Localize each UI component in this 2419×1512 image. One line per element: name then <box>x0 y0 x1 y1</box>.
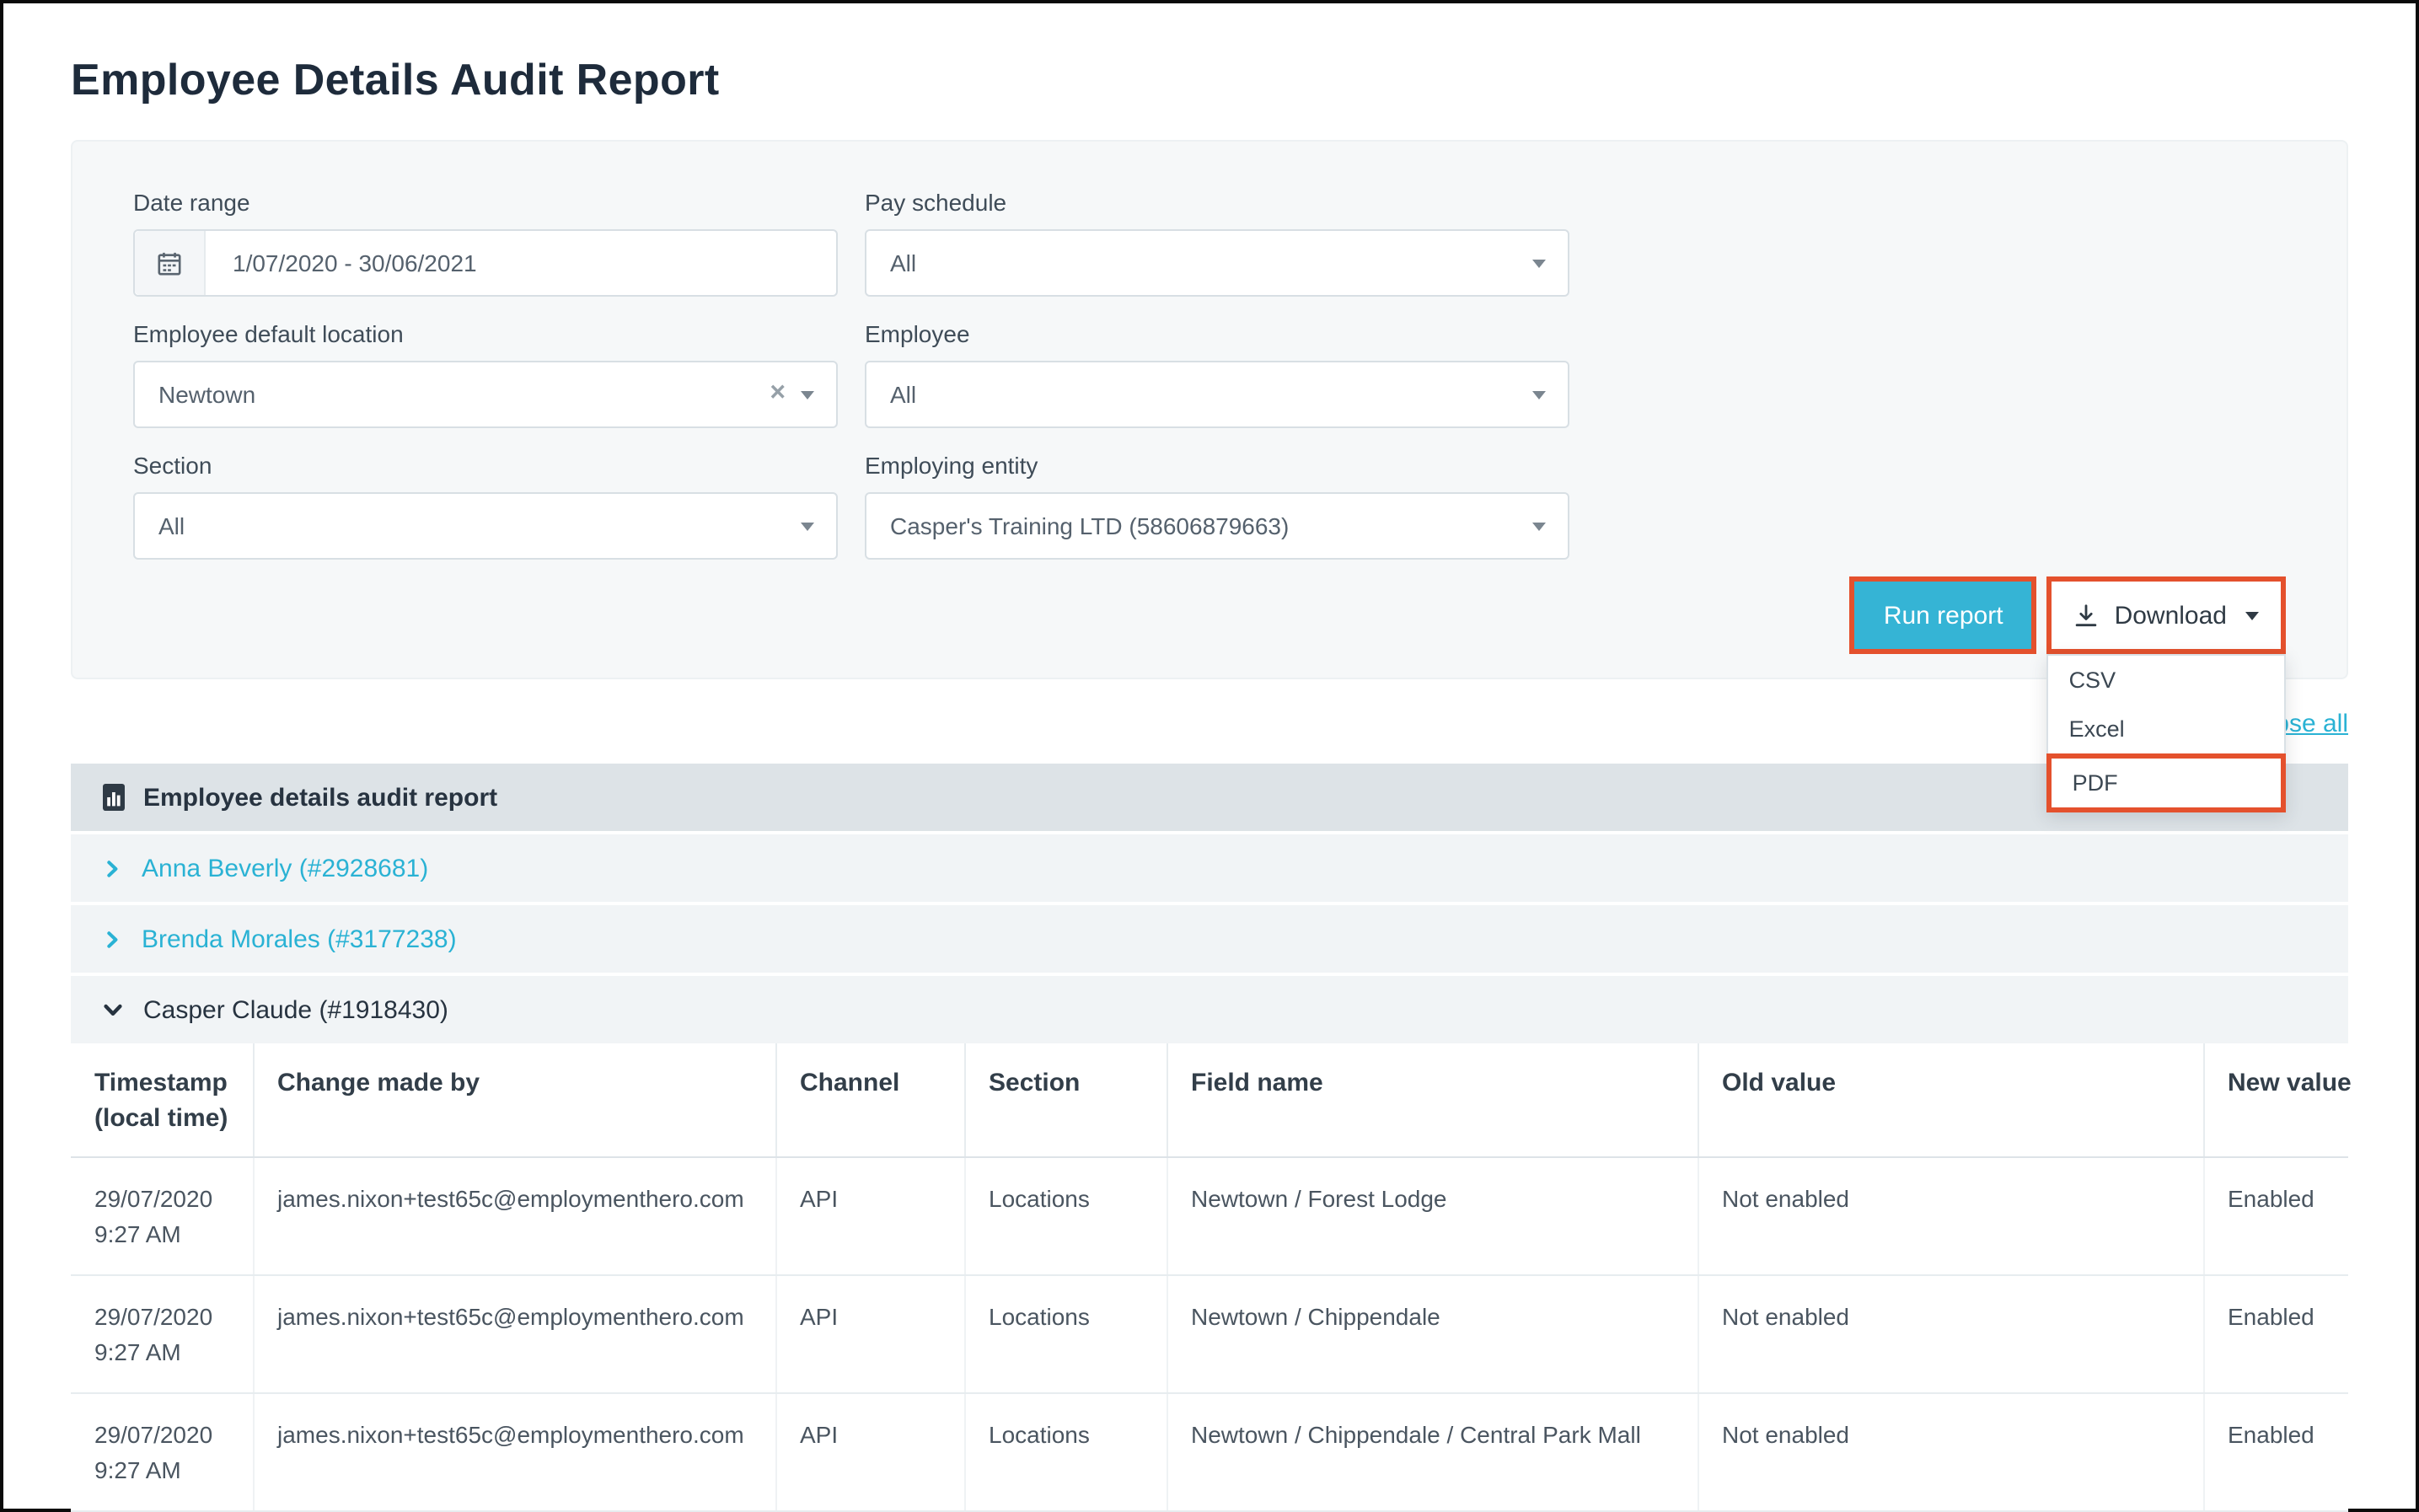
download-menu-item-csv[interactable]: CSV <box>2049 656 2284 705</box>
cell-old-value: Not enabled <box>1698 1157 2203 1275</box>
cell-new-value: Enabled <box>2203 1157 2348 1275</box>
chevron-right-icon <box>103 859 121 877</box>
cell-new-value: Enabled <box>2203 1393 2348 1511</box>
report-section: Employee details audit report Anna Bever… <box>71 764 2348 1512</box>
cell-old-value: Not enabled <box>1698 1393 2203 1511</box>
section-select[interactable]: All <box>133 492 838 560</box>
cell-field-name: Newtown / Chippendale / Central Park Mal… <box>1167 1393 1698 1511</box>
employee-group-casper-claude[interactable]: Casper Claude (#1918430) <box>71 976 2348 1043</box>
employee-group-label: Casper Claude (#1918430) <box>143 995 448 1024</box>
pay-schedule-value: All <box>866 249 916 276</box>
cell-channel: API <box>775 1393 964 1511</box>
page-title: Employee Details Audit Report <box>71 3 2348 106</box>
employee-group-label: Anna Beverly (#2928681) <box>142 854 428 882</box>
cell-new-value: Enabled <box>2203 1275 2348 1393</box>
table-row: 29/07/2020 9:27 AM james.nixon+test65c@e… <box>71 1275 2348 1393</box>
caret-down-icon <box>2245 611 2259 619</box>
chevron-right-icon <box>103 930 121 948</box>
employee-group-brenda-morales[interactable]: Brenda Morales (#3177238) <box>71 905 2348 973</box>
download-menu-item-pdf[interactable]: PDF <box>2047 753 2286 812</box>
section-label: Section <box>133 452 838 479</box>
employee-label: Employee <box>865 320 1569 347</box>
chevron-down-icon <box>103 1000 123 1020</box>
table-row: 29/07/2020 9:27 AM james.nixon+test65c@e… <box>71 1393 2348 1511</box>
cell-timestamp: 29/07/2020 9:27 AM <box>71 1157 253 1275</box>
employee-default-location-label: Employee default location <box>133 320 838 347</box>
clear-icon[interactable]: × <box>770 380 786 407</box>
cell-change-made-by: james.nixon+test65c@employmenthero.com <box>253 1393 775 1511</box>
report-header-title: Employee details audit report <box>143 783 497 812</box>
chevron-down-icon <box>1532 523 1546 531</box>
section-value: All <box>135 512 185 539</box>
run-report-button[interactable]: Run report <box>1855 582 2032 649</box>
date-range-label: Date range <box>133 189 838 216</box>
pay-schedule-label: Pay schedule <box>865 189 1569 216</box>
employee-group-anna-beverly[interactable]: Anna Beverly (#2928681) <box>71 834 2348 902</box>
col-header-channel: Channel <box>775 1043 964 1157</box>
col-header-timestamp: Timestamp (local time) <box>71 1043 253 1157</box>
chevron-down-icon <box>1532 391 1546 399</box>
field-employing-entity: Employing entity Casper's Training LTD (… <box>865 452 1569 560</box>
filter-actions: Run report Download CSV Excel PDF <box>133 576 2286 654</box>
calendar-icon <box>135 231 206 295</box>
filter-panel: Date range 1/07/2020 - 30/06/2021 Pay sc… <box>71 140 2348 679</box>
field-date-range: Date range 1/07/2020 - 30/06/2021 <box>133 189 838 297</box>
cell-field-name: Newtown / Chippendale <box>1167 1275 1698 1393</box>
chevron-down-icon <box>801 523 814 531</box>
download-button-label: Download <box>2115 601 2227 630</box>
chevron-down-icon <box>801 391 814 399</box>
cell-field-name: Newtown / Forest Lodge <box>1167 1157 1698 1275</box>
employee-default-location-value: Newtown <box>135 381 255 408</box>
download-highlight-box: Download CSV Excel PDF <box>2047 576 2286 654</box>
employee-value: All <box>866 381 916 408</box>
col-header-field-name: Field name <box>1167 1043 1698 1157</box>
cell-change-made-by: james.nixon+test65c@employmenthero.com <box>253 1157 775 1275</box>
field-pay-schedule: Pay schedule All <box>865 189 1569 297</box>
employee-group-label: Brenda Morales (#3177238) <box>142 925 457 953</box>
filter-grid: Date range 1/07/2020 - 30/06/2021 Pay sc… <box>133 189 2286 560</box>
employing-entity-select[interactable]: Casper's Training LTD (58606879663) <box>865 492 1569 560</box>
screenshot-frame: Employee Details Audit Report Date range… <box>0 0 2419 1512</box>
chevron-down-icon <box>1532 260 1546 268</box>
cell-channel: API <box>775 1275 964 1393</box>
cell-timestamp: 29/07/2020 9:27 AM <box>71 1275 253 1393</box>
audit-report-page: Employee Details Audit Report Date range… <box>3 3 2416 1512</box>
field-section: Section All <box>133 452 838 560</box>
cell-section: Locations <box>964 1393 1167 1511</box>
cell-timestamp: 29/07/2020 9:27 AM <box>71 1393 253 1511</box>
cell-channel: API <box>775 1157 964 1275</box>
pay-schedule-select[interactable]: All <box>865 229 1569 297</box>
collapse-all-row: Collapse all <box>71 710 2348 740</box>
report-document-icon <box>103 784 125 811</box>
employee-select[interactable]: All <box>865 361 1569 428</box>
col-header-new-value: New value <box>2203 1043 2348 1157</box>
audit-table: Timestamp (local time) Change made by Ch… <box>71 1043 2348 1512</box>
cell-section: Locations <box>964 1275 1167 1393</box>
field-employee-default-location: Employee default location Newtown × <box>133 320 838 428</box>
col-header-old-value: Old value <box>1698 1043 2203 1157</box>
cell-section: Locations <box>964 1157 1167 1275</box>
employee-default-location-select[interactable]: Newtown × <box>133 361 838 428</box>
download-icon <box>2074 603 2100 628</box>
table-row: 29/07/2020 9:27 AM james.nixon+test65c@e… <box>71 1157 2348 1275</box>
run-report-highlight-box: Run report <box>1850 576 2037 654</box>
download-menu-item-excel[interactable]: Excel <box>2049 705 2284 753</box>
col-header-change-made-by: Change made by <box>253 1043 775 1157</box>
employing-entity-label: Employing entity <box>865 452 1569 479</box>
download-menu: CSV Excel PDF <box>2047 654 2286 812</box>
col-header-section: Section <box>964 1043 1167 1157</box>
employing-entity-value: Casper's Training LTD (58606879663) <box>866 512 1289 539</box>
cell-change-made-by: james.nixon+test65c@employmenthero.com <box>253 1275 775 1393</box>
report-header-bar: Employee details audit report <box>71 764 2348 831</box>
date-range-value: 1/07/2020 - 30/06/2021 <box>206 249 477 276</box>
field-employee: Employee All <box>865 320 1569 428</box>
cell-old-value: Not enabled <box>1698 1275 2203 1393</box>
download-button[interactable]: Download <box>2052 582 2281 649</box>
table-header-row: Timestamp (local time) Change made by Ch… <box>71 1043 2348 1157</box>
date-range-input[interactable]: 1/07/2020 - 30/06/2021 <box>133 229 838 297</box>
